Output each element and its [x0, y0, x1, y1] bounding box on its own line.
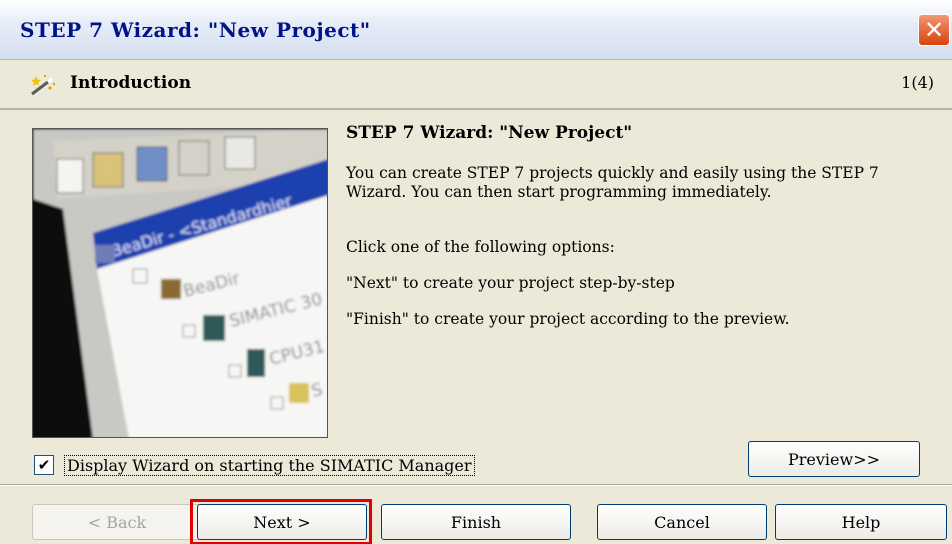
- step-indicator: 1(4): [901, 73, 934, 92]
- option-finish-text: "Finish" to create your project accordin…: [346, 310, 790, 328]
- window-title: STEP 7 Wizard: "New Project": [20, 18, 371, 42]
- button-separator: [0, 484, 952, 486]
- wizard-header: Introduction 1(4): [0, 60, 952, 110]
- checkmark-icon: ✔: [37, 455, 51, 474]
- content-description: You can create STEP 7 projects quickly a…: [346, 164, 879, 201]
- wizard-illustration: BeaDir - <Standardhier BeaDir SIMATIC 30…: [32, 128, 328, 438]
- simatic-manager-preview: BeaDir - <Standardhier BeaDir SIMATIC 30…: [33, 129, 327, 437]
- page-title: Introduction: [70, 73, 192, 93]
- next-button[interactable]: Next >: [197, 504, 367, 540]
- close-icon: ✕: [923, 16, 945, 44]
- finish-button[interactable]: Finish: [381, 504, 571, 540]
- display-wizard-label[interactable]: Display Wizard on starting the SIMATIC M…: [64, 455, 475, 476]
- preview-button[interactable]: Preview>>: [748, 441, 920, 477]
- title-bar: STEP 7 Wizard: "New Project" ✕: [0, 0, 952, 60]
- cancel-button[interactable]: Cancel: [597, 504, 767, 540]
- display-wizard-checkbox[interactable]: ✔: [34, 455, 54, 475]
- content-prompt: Click one of the following options:: [346, 238, 615, 256]
- help-button[interactable]: Help: [775, 504, 947, 540]
- back-button[interactable]: < Back: [32, 504, 202, 540]
- content-title: STEP 7 Wizard: "New Project": [346, 123, 633, 143]
- option-next-text: "Next" to create your project step-by-st…: [346, 274, 675, 292]
- close-button[interactable]: ✕: [918, 14, 950, 46]
- magic-wand-icon: [31, 74, 56, 96]
